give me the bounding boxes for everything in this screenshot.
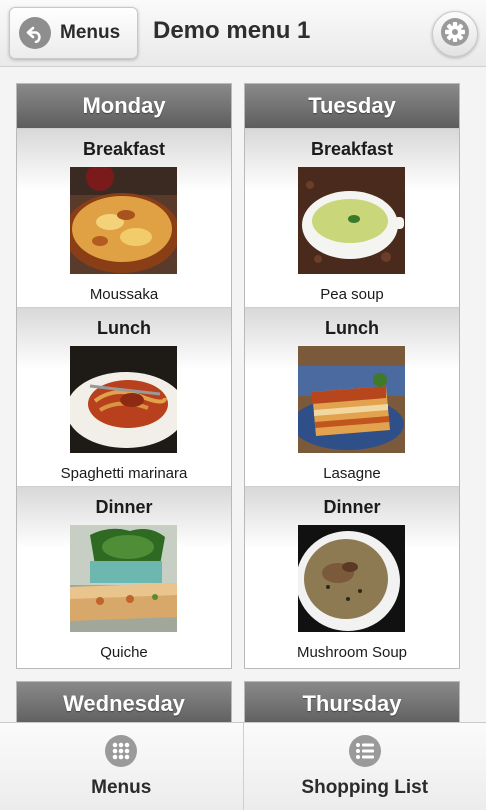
meal-slot[interactable]: Dinner Mushroom Soup [245,486,459,665]
day-title: Thursday [245,682,459,726]
pea-soup-photo [298,167,405,274]
meal-label: Breakfast [82,139,166,159]
list-icon [348,735,381,767]
day-card-tuesday: Tuesday Breakfast Pea soup Lunch Lasagne… [244,83,460,669]
meal-label: Breakfast [310,139,394,159]
day-card-monday: Monday Breakfast Moussaka Lunch Spaghett… [16,83,232,669]
gear-icon [440,17,470,52]
back-to-menus-button[interactable]: Menus [9,7,138,59]
meal-slot[interactable]: Breakfast Moussaka [17,128,231,307]
back-arrow-icon [19,17,51,49]
page-title: Demo menu 1 [153,17,311,44]
meal-label: Dinner [323,497,381,517]
meal-dish-name: Moussaka [89,286,159,303]
moussaka-photo [70,167,177,274]
meal-dish-name: Pea soup [320,286,384,303]
meal-dish-name: Quiche [100,644,148,661]
day-title: Wednesday [17,682,231,726]
meal-slot[interactable]: Lunch Spaghetti marinara [17,307,231,486]
bottom-tab-bar: Menus Shopping List [0,722,486,810]
settings-button[interactable] [432,11,478,57]
meal-label: Dinner [95,497,153,517]
header-bar: Menus Demo menu 1 [0,0,486,67]
meal-slot[interactable]: Breakfast Pea soup [245,128,459,307]
tab-shopping-list[interactable]: Shopping List [242,723,486,810]
grid-icon [105,735,138,767]
meal-dish-name: Lasagne [323,465,381,482]
quiche-photo [70,525,177,632]
day-title: Tuesday [245,84,459,128]
tab-label: Menus [91,777,152,798]
meal-label: Lunch [325,318,379,338]
tab-label: Shopping List [301,777,429,798]
day-title: Monday [17,84,231,128]
mushroom-soup-photo [298,525,405,632]
meal-slot[interactable]: Lunch Lasagne [245,307,459,486]
meal-dish-name: Mushroom Soup [296,644,408,661]
tab-menus[interactable]: Menus [0,723,243,810]
spaghetti-photo [70,346,177,453]
lasagne-photo [298,346,405,453]
back-button-label: Menus [60,22,121,43]
meal-dish-name: Spaghetti marinara [60,465,188,482]
meal-slot[interactable]: Dinner Quiche [17,486,231,665]
meal-label: Lunch [97,318,151,338]
